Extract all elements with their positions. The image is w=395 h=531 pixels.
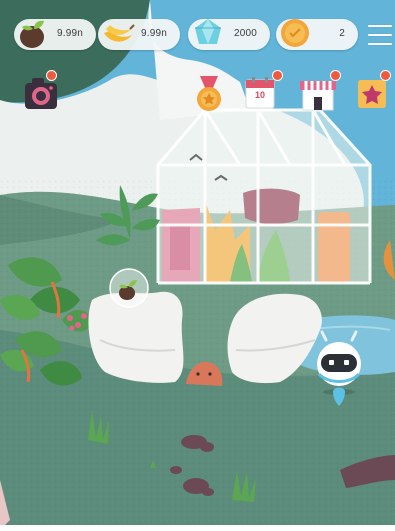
- seed-icon: [20, 20, 44, 48]
- camera-button[interactable]: [22, 70, 62, 112]
- favorites-button[interactable]: [356, 70, 392, 112]
- shop-icon: [300, 81, 336, 111]
- notification-dot: [330, 70, 341, 81]
- seed-amount: 9.99n: [56, 28, 83, 39]
- game-screen: 9.99n 9.99n 2000 2 10: [0, 0, 395, 531]
- banana-icon: [104, 24, 135, 42]
- notification-dot: [272, 70, 283, 81]
- notification-dot: [380, 70, 391, 81]
- calendar-day: 10: [254, 90, 265, 100]
- coin-amount: 2: [339, 28, 345, 39]
- banana-amount: 9.99n: [140, 28, 167, 39]
- banana-counter[interactable]: 9.99n: [98, 19, 180, 50]
- seed-bubble[interactable]: [109, 268, 149, 308]
- gem-amount: 2000: [233, 28, 257, 39]
- diamond-icon: [195, 19, 221, 44]
- gem-counter[interactable]: 2000: [188, 19, 270, 50]
- seed-icon: [109, 268, 149, 308]
- hamburger-menu-icon[interactable]: [368, 25, 392, 47]
- shop-button[interactable]: [298, 70, 341, 112]
- greenhouse: [156, 108, 372, 285]
- star-icon: [358, 80, 386, 108]
- medal-icon: [197, 76, 221, 111]
- seed-counter[interactable]: 9.99n: [14, 19, 96, 50]
- coin-icon: [281, 19, 309, 47]
- coin-counter[interactable]: 2: [276, 19, 358, 50]
- medal-button[interactable]: [192, 74, 226, 114]
- camera-icon: [25, 78, 57, 109]
- notification-dot: [46, 70, 57, 81]
